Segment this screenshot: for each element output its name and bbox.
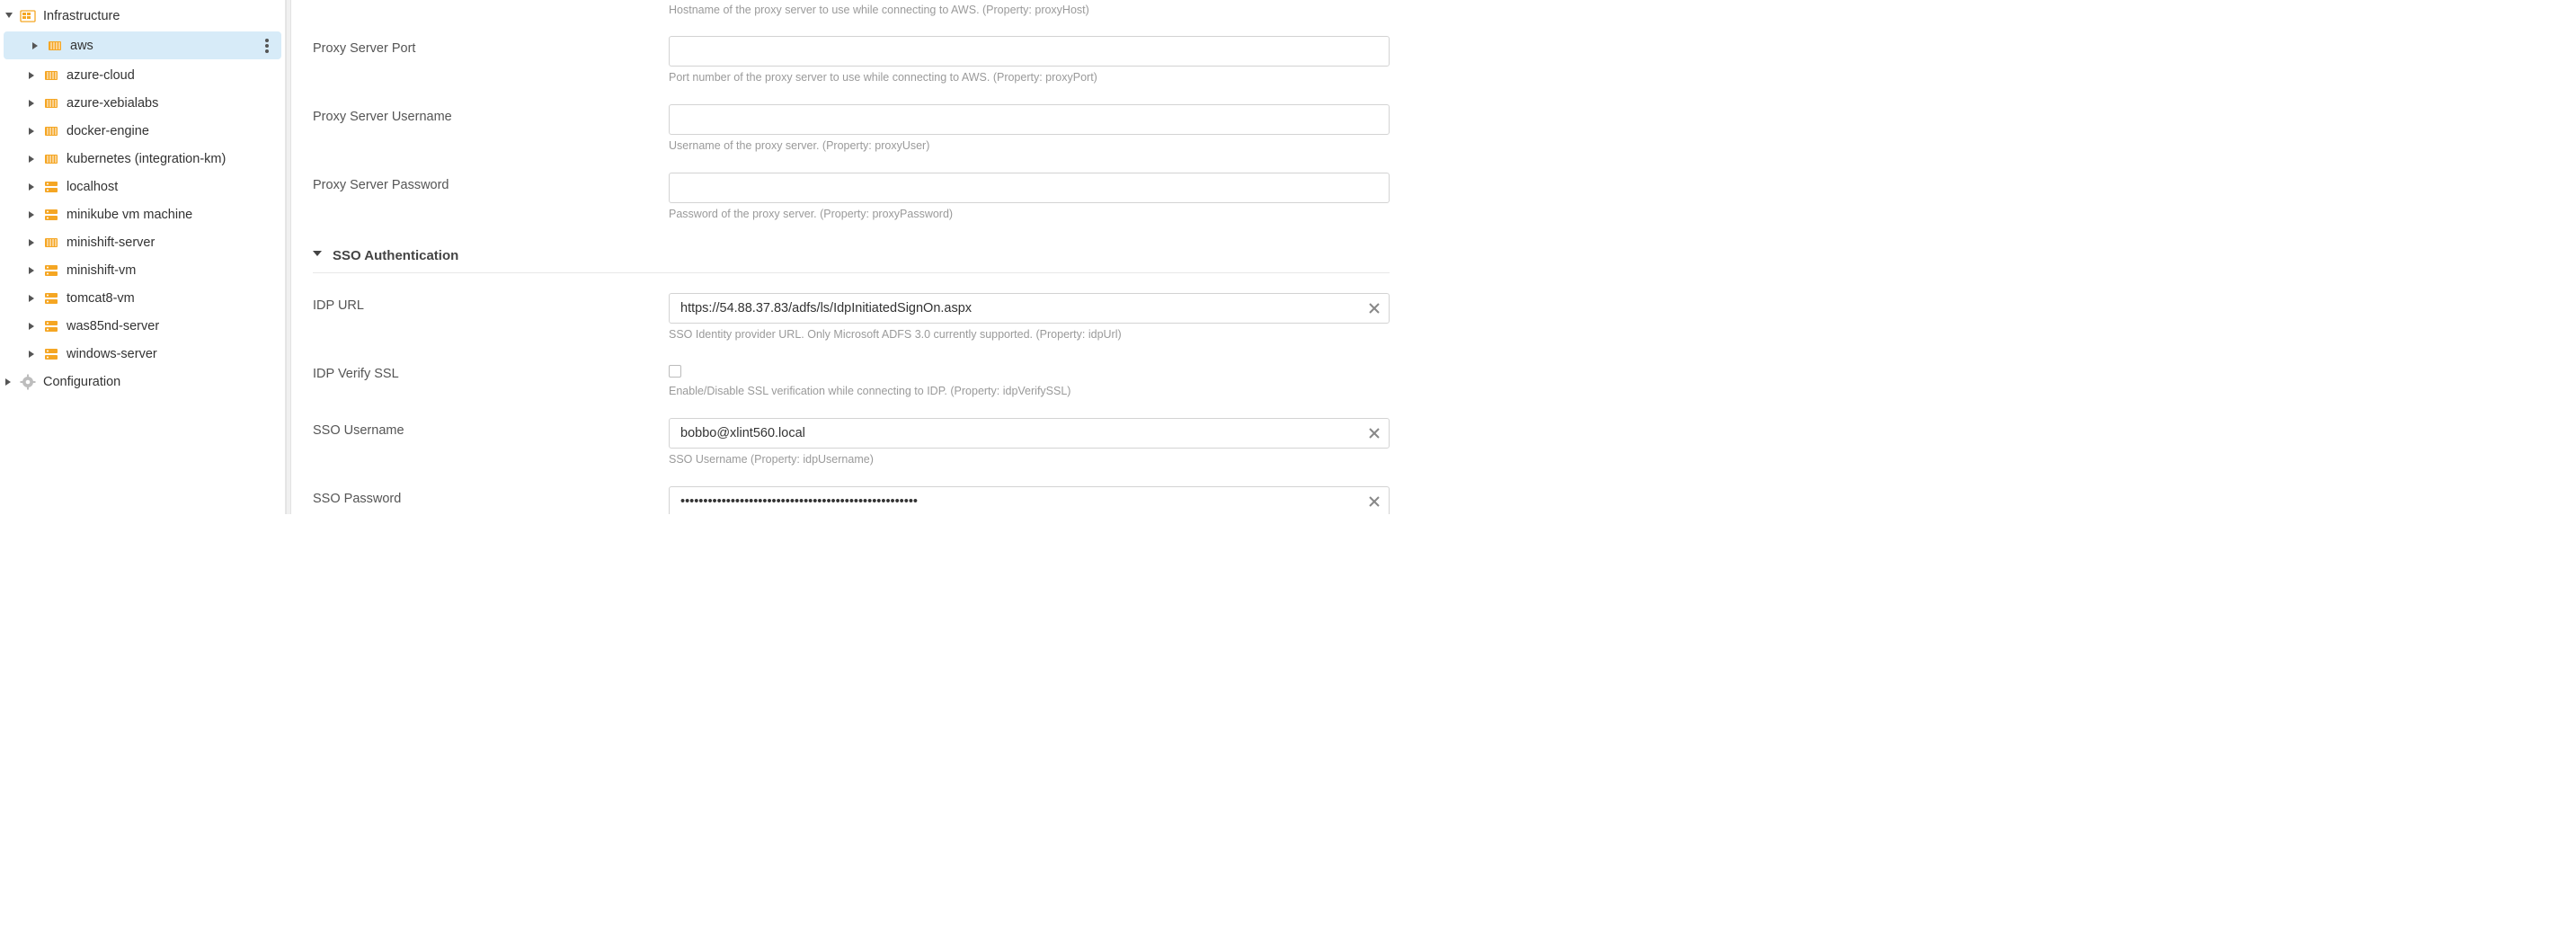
proxy-port-help: Port number of the proxy server to use w… [669, 71, 1390, 84]
grid-icon [20, 8, 36, 24]
chevron-down-icon [313, 251, 324, 262]
expand-icon[interactable] [27, 154, 38, 164]
expand-icon[interactable] [27, 98, 38, 109]
field-idp-url: IDP URL SSO Identity provider URL. Only … [313, 293, 1390, 342]
section-sso[interactable]: SSO Authentication [313, 248, 1390, 273]
clear-icon[interactable] [1368, 427, 1381, 440]
tree-node-label: Infrastructure [43, 9, 278, 23]
field-proxy-username: Proxy Server Username Username of the pr… [313, 104, 1390, 153]
tree-node-label: Configuration [43, 375, 278, 389]
container-icon [43, 67, 59, 84]
section-sso-title: SSO Authentication [333, 248, 458, 263]
expand-icon[interactable] [27, 70, 38, 81]
tree-node-aws[interactable]: aws [4, 31, 281, 59]
sso-password-label: SSO Password [313, 486, 669, 506]
idp-verify-label: IDP Verify SSL [313, 361, 669, 381]
tree-node-windows-server[interactable]: windows-server [0, 340, 285, 368]
expand-icon[interactable] [27, 265, 38, 276]
field-sso-username: SSO Username SSO Username (Property: idp… [313, 418, 1390, 467]
form-panel: Hostname of the proxy server to use whil… [291, 0, 1406, 514]
proxy-port-input[interactable] [669, 36, 1390, 67]
expand-icon[interactable] [27, 349, 38, 360]
expand-icon[interactable] [27, 209, 38, 220]
expand-icon[interactable] [31, 40, 41, 51]
server-icon [43, 262, 59, 279]
clear-icon[interactable] [1368, 302, 1381, 315]
tree-node-tomcat8-vm[interactable]: tomcat8-vm [0, 284, 285, 312]
proxy-username-input[interactable] [669, 104, 1390, 135]
tree-node-minishift-vm[interactable]: minishift-vm [0, 256, 285, 284]
tree-node-configuration[interactable]: Configuration [0, 368, 285, 395]
expand-icon[interactable] [27, 126, 38, 137]
tree-node-was85nd-server[interactable]: was85nd-server [0, 312, 285, 340]
server-icon [43, 318, 59, 334]
proxy-host-help: Hostname of the proxy server to use whil… [669, 4, 1390, 16]
idp-verify-checkbox[interactable] [669, 365, 681, 378]
tree-node-minishift-server[interactable]: minishift-server [0, 228, 285, 256]
container-icon [43, 95, 59, 111]
container-icon [43, 123, 59, 139]
tree-node-label: aws [70, 39, 260, 53]
expand-icon[interactable] [4, 11, 14, 22]
tree-node-azure-cloud[interactable]: azure-cloud [0, 61, 285, 89]
server-icon [43, 207, 59, 223]
gear-icon [20, 374, 36, 390]
sso-username-help: SSO Username (Property: idpUsername) [669, 453, 1390, 467]
idp-url-input[interactable] [669, 293, 1390, 324]
field-proxy-password: Proxy Server Password Password of the pr… [313, 173, 1390, 221]
server-icon [43, 346, 59, 362]
tree-node-label: tomcat8-vm [67, 291, 278, 306]
tree-node-label: minikube vm machine [67, 208, 278, 222]
sso-password-input[interactable] [669, 486, 1390, 514]
tree-node-azure-xebialabs[interactable]: azure-xebialabs [0, 89, 285, 117]
expand-icon[interactable] [27, 237, 38, 248]
sidebar-tree: Infrastructure aws azure-cloud azure-xeb… [0, 0, 286, 514]
tree-node-localhost[interactable]: localhost [0, 173, 285, 200]
tree-node-label: minishift-server [67, 236, 278, 250]
tree-node-label: azure-xebialabs [67, 96, 278, 111]
server-icon [43, 179, 59, 195]
proxy-username-help: Username of the proxy server. (Property:… [669, 139, 1390, 153]
proxy-password-help: Password of the proxy server. (Property:… [669, 208, 1390, 221]
tree-node-label: docker-engine [67, 124, 278, 138]
tree-node-label: localhost [67, 180, 278, 194]
tree-node-label: was85nd-server [67, 319, 278, 333]
idp-url-help: SSO Identity provider URL. Only Microsof… [669, 328, 1390, 342]
sso-username-input[interactable] [669, 418, 1390, 449]
idp-url-label: IDP URL [313, 293, 669, 313]
tree-node-minikube[interactable]: minikube vm machine [0, 200, 285, 228]
kebab-menu-icon[interactable] [260, 37, 274, 55]
expand-icon[interactable] [27, 321, 38, 332]
expand-icon[interactable] [4, 377, 14, 387]
expand-icon[interactable] [27, 182, 38, 192]
proxy-password-label: Proxy Server Password [313, 173, 669, 192]
server-icon [43, 290, 59, 307]
proxy-username-label: Proxy Server Username [313, 104, 669, 124]
field-proxy-port: Proxy Server Port Port number of the pro… [313, 36, 1390, 84]
field-idp-verify: IDP Verify SSL Enable/Disable SSL verifi… [313, 361, 1390, 398]
tree-node-kubernetes[interactable]: kubernetes (integration-km) [0, 145, 285, 173]
tree-node-label: azure-cloud [67, 68, 278, 83]
sso-username-label: SSO Username [313, 418, 669, 438]
container-icon [43, 151, 59, 167]
container-icon [43, 235, 59, 251]
tree-node-label: windows-server [67, 347, 278, 361]
idp-verify-help: Enable/Disable SSL verification while co… [669, 385, 1390, 398]
expand-icon[interactable] [27, 293, 38, 304]
field-sso-password: SSO Password SSO Password (Property: idp… [313, 486, 1390, 514]
tree-node-label: minishift-vm [67, 263, 278, 278]
proxy-port-label: Proxy Server Port [313, 36, 669, 56]
tree-node-docker-engine[interactable]: docker-engine [0, 117, 285, 145]
container-icon [47, 38, 63, 54]
clear-icon[interactable] [1368, 495, 1381, 508]
tree-node-label: kubernetes (integration-km) [67, 152, 278, 166]
proxy-password-input[interactable] [669, 173, 1390, 203]
tree-node-infrastructure[interactable]: Infrastructure [0, 2, 285, 30]
